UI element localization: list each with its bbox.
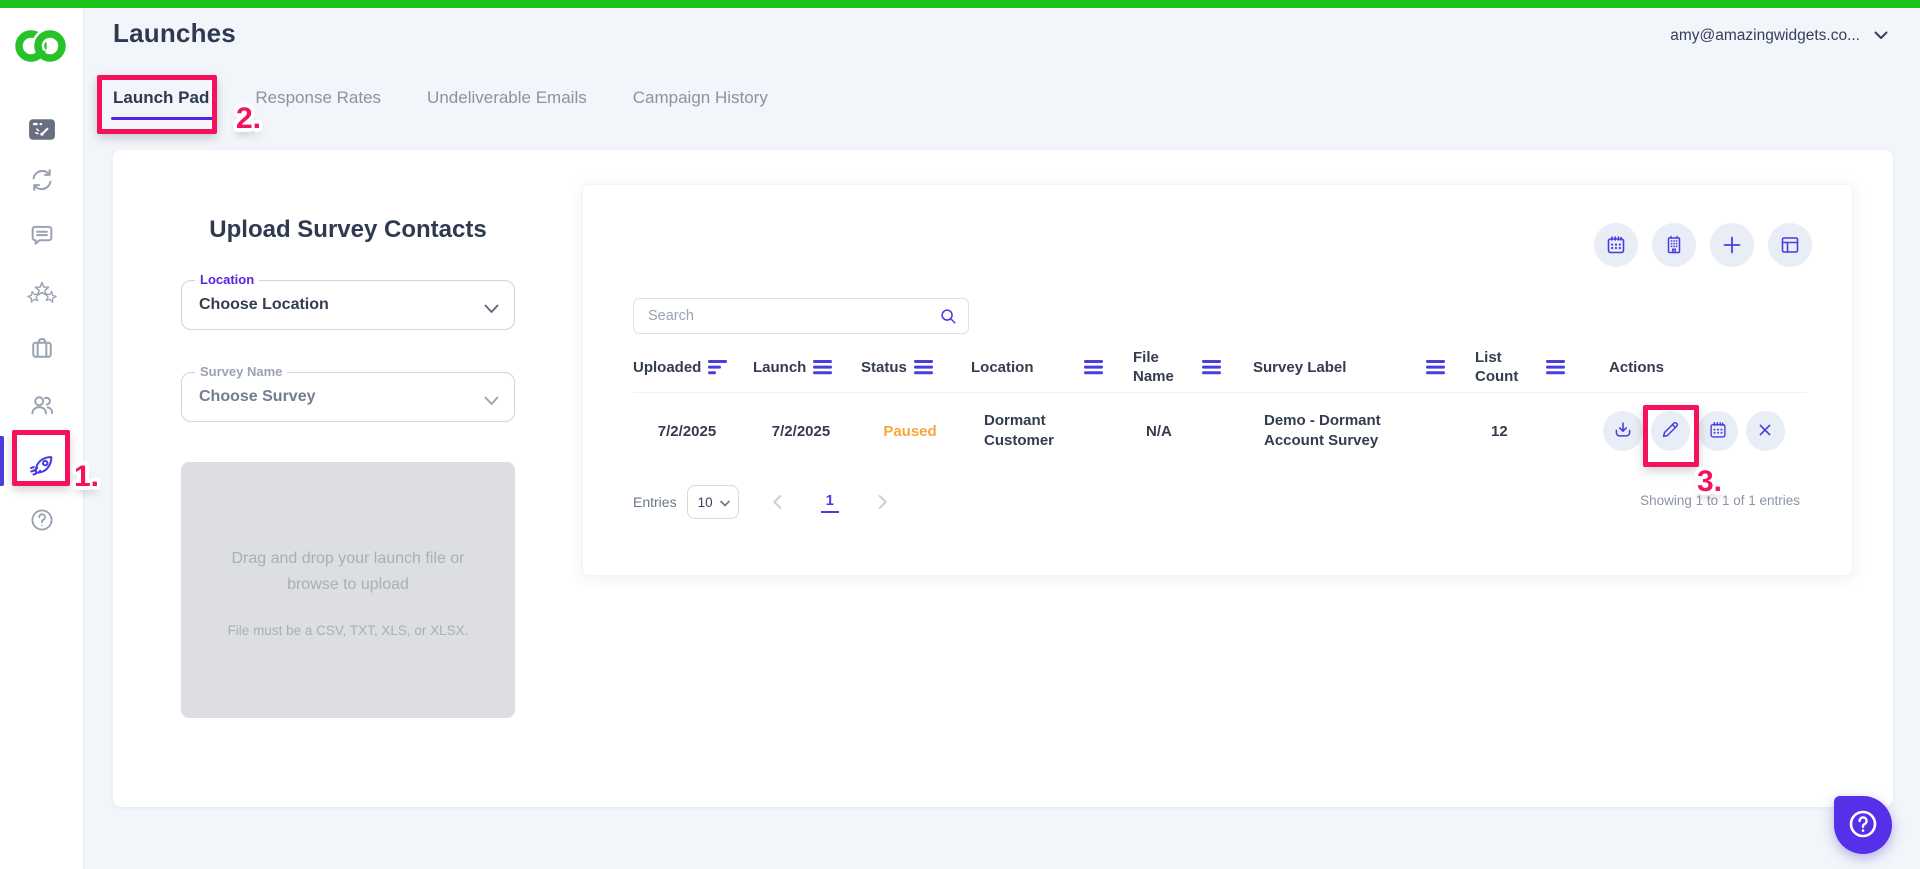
column-header-list-count[interactable]: List Count — [1475, 349, 1583, 387]
user-menu[interactable]: amy@amazingwidgets.co... — [1670, 27, 1888, 45]
menu-icon[interactable] — [1546, 360, 1567, 375]
menu-icon[interactable] — [1426, 360, 1447, 375]
building-icon[interactable] — [1652, 223, 1696, 267]
interlocked-rings-logo[interactable] — [15, 24, 69, 68]
column-header-survey-label[interactable]: Survey Label — [1253, 359, 1463, 376]
next-page-button[interactable] — [871, 491, 893, 513]
column-label: Launch — [753, 359, 806, 376]
sidebar-item-launches[interactable] — [22, 446, 62, 486]
column-header-location[interactable]: Location — [971, 359, 1121, 376]
chat-icon[interactable] — [22, 215, 62, 255]
column-label: List Count — [1475, 349, 1523, 387]
previous-page-button[interactable] — [767, 491, 789, 513]
layout-icon[interactable] — [1768, 223, 1812, 267]
launch-pad-panel: Upload Survey Contacts Location Choose L… — [113, 150, 1893, 807]
entries-label: Entries — [633, 494, 677, 510]
top-accent-bar — [0, 0, 1920, 8]
tab-bar: Launch Pad Response Rates Undeliverable … — [113, 88, 768, 118]
page-number[interactable]: 1 — [821, 492, 839, 513]
menu-icon[interactable] — [1202, 360, 1223, 375]
launches-table-card: Uploaded Launch Status Location — [582, 184, 1853, 576]
search-input[interactable] — [633, 298, 969, 334]
pencil-icon — [1659, 419, 1681, 444]
tab-response-rates[interactable]: Response Rates — [255, 88, 381, 118]
table-row: 7/2/2025 7/2/2025 Paused Dormant Custome… — [633, 401, 1807, 461]
cell-launch: 7/2/2025 — [753, 423, 849, 440]
column-header-status[interactable]: Status — [861, 359, 959, 376]
x-icon — [1755, 420, 1775, 443]
schedule-button[interactable] — [1698, 411, 1738, 451]
tab-undeliverable-emails[interactable]: Undeliverable Emails — [427, 88, 587, 118]
cell-uploaded: 7/2/2025 — [633, 423, 741, 440]
question-icon — [1846, 807, 1880, 844]
users-icon[interactable] — [22, 385, 62, 425]
user-email: amy@amazingwidgets.co... — [1670, 27, 1860, 45]
briefcase-icon[interactable] — [22, 328, 62, 368]
dashboard-icon[interactable] — [22, 109, 62, 149]
calendar-icon[interactable] — [1594, 223, 1638, 267]
table-footer: Entries 10 1 — [633, 485, 893, 519]
column-label: Actions — [1609, 359, 1664, 376]
calendar-icon — [1707, 419, 1729, 444]
cell-list-count: 12 — [1475, 423, 1583, 440]
column-label: Survey Label — [1253, 359, 1346, 376]
upload-panel-title: Upload Survey Contacts — [181, 216, 515, 244]
chevron-down-icon — [720, 495, 730, 510]
page-title: Launches — [113, 18, 236, 49]
table-toolbar — [1594, 223, 1812, 267]
column-label: Location — [971, 359, 1034, 376]
file-dropzone[interactable]: Drag and drop your launch file or browse… — [181, 462, 515, 718]
column-header-uploaded[interactable]: Uploaded — [633, 359, 741, 376]
menu-icon[interactable] — [1084, 360, 1105, 375]
tab-launch-pad[interactable]: Launch Pad — [113, 88, 209, 118]
dropzone-filetypes: File must be a CSV, TXT, XLS, or XLSX. — [181, 623, 515, 638]
edit-button[interactable] — [1651, 411, 1691, 451]
cell-file-name: N/A — [1133, 423, 1241, 440]
menu-icon[interactable] — [813, 360, 834, 375]
column-header-launch[interactable]: Launch — [753, 359, 849, 376]
cell-location: Dormant Customer — [971, 411, 1121, 452]
sidebar — [0, 8, 84, 869]
dropzone-instruction: Drag and drop your launch file or browse… — [209, 546, 487, 597]
download-icon — [1612, 419, 1634, 444]
status-badge: Paused — [861, 423, 959, 440]
download-button[interactable] — [1603, 411, 1643, 451]
survey-select[interactable]: Survey Name Choose Survey — [181, 372, 515, 422]
plus-icon[interactable] — [1710, 223, 1754, 267]
sync-icon[interactable] — [22, 160, 62, 200]
rocket-icon — [27, 451, 57, 481]
tab-campaign-history[interactable]: Campaign History — [633, 88, 768, 118]
cell-survey-label: Demo - Dormant Account Survey — [1253, 411, 1463, 452]
annotation-label-1: 1. — [74, 460, 99, 494]
search-icon — [939, 307, 957, 330]
column-header-file-name[interactable]: File Name — [1133, 349, 1241, 387]
chevron-down-icon — [484, 301, 499, 319]
chevron-down-icon — [484, 393, 499, 411]
sort-icon[interactable] — [708, 360, 729, 375]
entries-value: 10 — [698, 495, 713, 510]
annotation-label-2: 2. — [236, 102, 261, 136]
row-actions — [1595, 411, 1785, 451]
column-label: Uploaded — [633, 359, 701, 376]
survey-value: Choose Survey — [199, 373, 315, 421]
search-field — [633, 298, 969, 334]
cancel-button[interactable] — [1746, 411, 1786, 451]
help-icon[interactable] — [22, 500, 62, 540]
active-nav-indicator — [0, 436, 4, 486]
column-label: Status — [861, 359, 907, 376]
column-header-actions: Actions — [1595, 359, 1785, 376]
stars-icon[interactable] — [22, 274, 62, 314]
location-select[interactable]: Location Choose Location — [181, 280, 515, 330]
column-label: File Name — [1133, 349, 1181, 387]
entries-per-page-select[interactable]: 10 — [687, 485, 739, 519]
annotation-label-3: 3. — [1697, 465, 1722, 499]
menu-icon[interactable] — [914, 360, 935, 375]
location-value: Choose Location — [199, 281, 329, 329]
help-fab-button[interactable] — [1834, 796, 1892, 854]
table-header-row: Uploaded Launch Status Location — [633, 343, 1807, 393]
chevron-down-icon — [1874, 27, 1888, 45]
